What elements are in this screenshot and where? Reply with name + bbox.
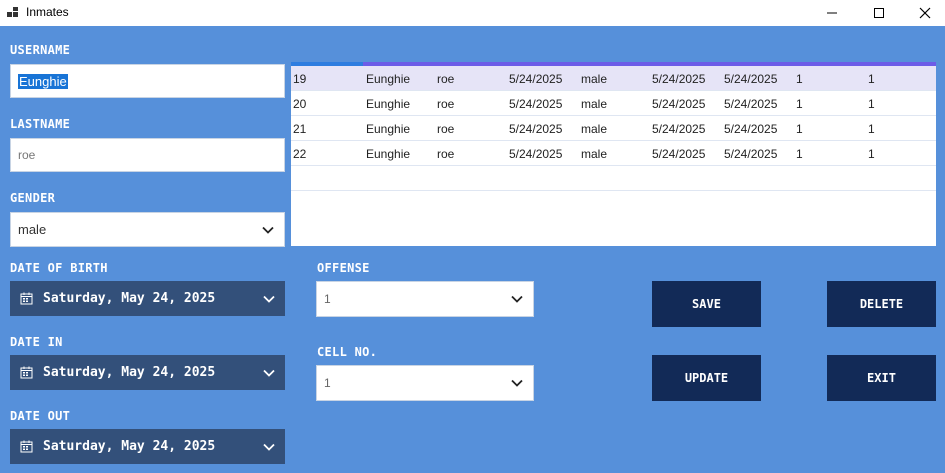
- cell-gender: male: [581, 97, 608, 111]
- table-row[interactable]: 22 Eunghie roe 5/24/2025 male 5/24/2025 5/24/2…: [291, 141, 936, 166]
- cell-cell-no: 1: [868, 72, 875, 86]
- cell-date-in: 5/24/2025: [652, 122, 706, 136]
- cell-date-out: 5/24/2025: [724, 122, 778, 136]
- date-out-label: DATE OUT: [10, 409, 71, 423]
- table-row-empty[interactable]: [291, 166, 936, 191]
- cell-offense: 1: [796, 122, 803, 136]
- cell-gender: male: [581, 122, 608, 136]
- date-out-datepicker[interactable]: Saturday, May 24, 2025: [10, 429, 285, 464]
- save-button[interactable]: SAVE: [652, 281, 761, 327]
- cell-username: Eunghie: [366, 72, 411, 86]
- cell-dob: 5/24/2025: [509, 72, 563, 86]
- date-in-label: DATE IN: [10, 335, 63, 349]
- cell-id: 19: [293, 72, 307, 86]
- table-row[interactable]: 20 Eunghie roe 5/24/2025 male 5/24/2025 5/24/2…: [291, 91, 936, 116]
- cell-username: Eunghie: [366, 122, 411, 136]
- cell-lastname: roe: [437, 122, 455, 136]
- cell-id: 20: [293, 97, 307, 111]
- cell-offense: 1: [796, 72, 803, 86]
- calendar-icon: [20, 366, 33, 379]
- delete-button[interactable]: DELETE: [827, 281, 936, 327]
- cell-dob: 5/24/2025: [509, 122, 563, 136]
- minimize-button[interactable]: [809, 0, 855, 26]
- cell-lastname: roe: [437, 147, 455, 161]
- offense-value: 1: [324, 292, 331, 306]
- cell-offense: 1: [796, 147, 803, 161]
- dob-datepicker[interactable]: Saturday, May 24, 2025: [10, 281, 285, 316]
- cell-date-out: 5/24/2025: [724, 72, 778, 86]
- cell-id: 22: [293, 147, 307, 161]
- app-icon: [7, 7, 18, 17]
- cell-gender: male: [581, 72, 608, 86]
- cell-no-value: 1: [324, 376, 331, 390]
- cell-username: Eunghie: [366, 97, 411, 111]
- title-bar: Inmates: [0, 0, 945, 26]
- cell-no-label: CELL NO.: [317, 345, 378, 359]
- chevron-down-icon: [263, 369, 275, 377]
- cell-username: Eunghie: [366, 147, 411, 161]
- cell-date-in: 5/24/2025: [652, 72, 706, 86]
- form-area: USERNAME Eunghie LASTNAME roe GENDER mal…: [0, 26, 945, 473]
- close-icon: [919, 7, 931, 19]
- cell-lastname: roe: [437, 72, 455, 86]
- gender-label: GENDER: [10, 191, 56, 205]
- username-label: USERNAME: [10, 43, 71, 57]
- table-row[interactable]: 19 Eunghie roe 5/24/2025 male 5/24/2025 5/24/2…: [291, 66, 936, 91]
- date-in-datepicker[interactable]: Saturday, May 24, 2025: [10, 355, 285, 390]
- chevron-down-icon: [263, 443, 275, 451]
- table-row[interactable]: 21 Eunghie roe 5/24/2025 male 5/24/2025 5/24/2…: [291, 116, 936, 141]
- cell-gender: male: [581, 147, 608, 161]
- lastname-input[interactable]: roe: [10, 138, 285, 172]
- minimize-icon: [827, 12, 837, 14]
- cell-id: 21: [293, 122, 307, 136]
- cell-cell-no: 1: [868, 147, 875, 161]
- dob-value: Saturday, May 24, 2025: [43, 291, 216, 306]
- username-value: Eunghie: [18, 73, 68, 89]
- gender-value: male: [18, 222, 47, 237]
- chevron-down-icon: [262, 226, 274, 234]
- lastname-label: LASTNAME: [10, 117, 71, 131]
- offense-select[interactable]: 1: [316, 281, 534, 317]
- cell-no-select[interactable]: 1: [316, 365, 534, 401]
- date-out-value: Saturday, May 24, 2025: [43, 439, 216, 454]
- close-button[interactable]: [902, 0, 945, 26]
- cell-date-out: 5/24/2025: [724, 147, 778, 161]
- cell-date-in: 5/24/2025: [652, 97, 706, 111]
- dob-label: DATE OF BIRTH: [10, 261, 108, 275]
- inmates-grid[interactable]: 19 Eunghie roe 5/24/2025 male 5/24/2025 5/24/2…: [291, 62, 936, 246]
- maximize-button[interactable]: [856, 0, 902, 26]
- cell-offense: 1: [796, 97, 803, 111]
- cell-cell-no: 1: [868, 122, 875, 136]
- gender-select[interactable]: male: [10, 212, 285, 247]
- chevron-down-icon: [511, 379, 523, 387]
- cell-dob: 5/24/2025: [509, 147, 563, 161]
- username-input[interactable]: Eunghie: [10, 64, 285, 98]
- cell-cell-no: 1: [868, 97, 875, 111]
- chevron-down-icon: [263, 295, 275, 303]
- window-title: Inmates: [26, 5, 69, 19]
- lastname-value: roe: [18, 148, 36, 162]
- cell-date-out: 5/24/2025: [724, 97, 778, 111]
- update-button[interactable]: UPDATE: [652, 355, 761, 401]
- cell-dob: 5/24/2025: [509, 97, 563, 111]
- date-in-value: Saturday, May 24, 2025: [43, 365, 216, 380]
- offense-label: OFFENSE: [317, 261, 370, 275]
- cell-date-in: 5/24/2025: [652, 147, 706, 161]
- maximize-icon: [874, 8, 884, 18]
- calendar-icon: [20, 440, 33, 453]
- cell-lastname: roe: [437, 97, 455, 111]
- exit-button[interactable]: EXIT: [827, 355, 936, 401]
- calendar-icon: [20, 292, 33, 305]
- chevron-down-icon: [511, 295, 523, 303]
